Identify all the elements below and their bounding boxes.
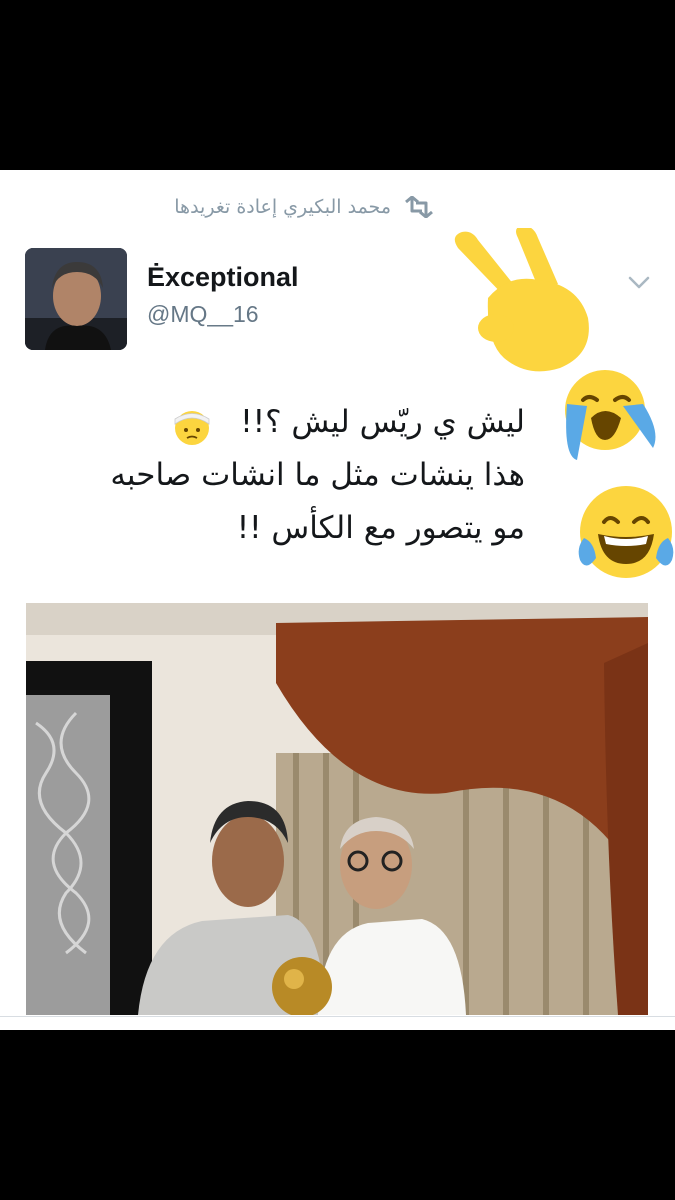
retweet-context[interactable]: محمد البكيري إعادة تغريدها xyxy=(174,196,435,218)
tweet-line-3: مو يتصور مع الكأس !! xyxy=(236,510,525,546)
tweet-photo[interactable] xyxy=(26,603,648,1015)
retweet-label: محمد البكيري إعادة تغريدها xyxy=(174,196,391,218)
loudly-crying-face-emoji xyxy=(565,370,656,460)
photo-image xyxy=(26,603,648,1015)
face-with-tears-of-joy-emoji xyxy=(578,486,674,578)
avatar[interactable] xyxy=(25,248,127,350)
tweet-text: ليش ي ريّس ليش ؟!! هذا ينشات مثل ما انشا… xyxy=(25,396,525,555)
avatar-image xyxy=(25,248,127,350)
tweet-line-1: ليش ي ريّس ليش ؟!! xyxy=(240,404,525,440)
divider xyxy=(0,1016,675,1017)
retweet-icon xyxy=(405,196,433,218)
display-name[interactable]: Ėxceptional xyxy=(147,262,299,293)
tweet-line-2: هذا ينشات مثل ما انشات صاحبه xyxy=(110,457,525,493)
chevron-down-icon[interactable] xyxy=(628,275,650,291)
tweet-card: محمد البكيري إعادة تغريدها Ėxceptional @… xyxy=(0,170,675,1030)
pointing-hand-emoji xyxy=(454,228,589,372)
face-with-head-bandage-emoji xyxy=(174,411,210,445)
user-handle[interactable]: @MQ__16 xyxy=(147,301,259,328)
